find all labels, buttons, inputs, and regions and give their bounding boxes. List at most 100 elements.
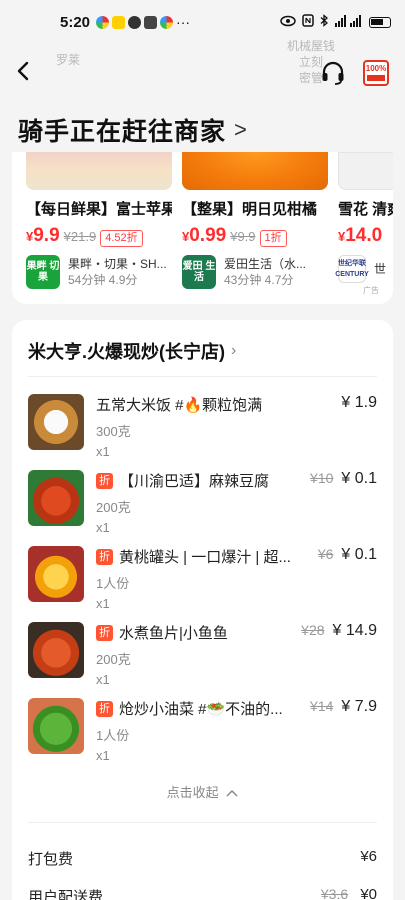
shop-info: 果畔・切果・SH... 54分钟 4.9分 xyxy=(68,256,167,288)
item-qty: x1 xyxy=(96,520,110,535)
shop-name: 世 xyxy=(374,262,387,276)
item-current-price: ¥ 0.1 xyxy=(341,546,377,563)
signal-icon xyxy=(335,14,363,30)
item-old-price: ¥6 xyxy=(317,546,334,562)
order-item[interactable]: 折 水煮鱼片|小鱼鱼 200克 x1 ¥28 ¥ 14.9 xyxy=(28,622,377,687)
status-time: 5:20 xyxy=(60,13,91,31)
sale-price-value: 14.0 xyxy=(345,225,383,246)
delivery-fee-old: ¥3.6 xyxy=(320,886,349,900)
apple-product-image xyxy=(26,152,172,190)
status-bar: 5:20 ··· xyxy=(0,0,405,44)
item-price: ¥ 1.9 xyxy=(341,394,377,412)
item-body: 五常大米饭 #🔥颗粒饱满 300克 x1 xyxy=(96,394,377,459)
app-notification-icon-3 xyxy=(160,15,174,29)
item-name: 水煮鱼片|小鱼鱼 xyxy=(119,625,228,642)
header: 罗莱 机械屋钱 立刻 密管 100% xyxy=(0,39,405,102)
punctuality-badge-button[interactable]: 100% xyxy=(363,60,389,86)
map-label-line-2: 立刻 xyxy=(298,55,323,69)
shop-name: 爱田生活（水... xyxy=(224,257,307,271)
discount-tag: 折 xyxy=(96,548,113,565)
fish-dish-image xyxy=(28,622,84,678)
flower-product-image xyxy=(338,152,393,190)
item-price: ¥6 ¥ 0.1 xyxy=(318,546,377,564)
order-status-title[interactable]: 骑手正在赶往商家 > xyxy=(18,112,248,148)
item-old-price: ¥14 xyxy=(310,698,334,714)
chevron-right-icon: › xyxy=(231,342,237,359)
shop-name: 果畔・切果・SH... xyxy=(68,257,167,271)
item-title: 折 黄桃罐头 | 一口爆汁 | 超... xyxy=(96,546,296,567)
delivery-fee-values: ¥3.6 ¥0 xyxy=(321,886,377,900)
recommendation-card: 【每日鲜果】富士苹果 ¥9.9 ¥21.9 4.52折 果畔 切果 果畔・切果・… xyxy=(12,152,393,304)
notification-icons: ··· xyxy=(96,14,190,30)
packing-fee-label: 打包费 xyxy=(28,851,74,868)
item-title: 折 水煮鱼片|小鱼鱼 xyxy=(96,622,296,643)
order-status-text: 骑手正在赶往商家 xyxy=(18,118,227,146)
original-price: ¥9.9 xyxy=(230,229,256,244)
map-label-line-1: 机械屋钱 xyxy=(286,39,335,53)
back-button[interactable] xyxy=(16,58,46,89)
divider xyxy=(28,376,377,377)
order-item[interactable]: 折 黄桃罐头 | 一口爆汁 | 超... 1人份 x1 ¥6 ¥ 0.1 xyxy=(28,546,377,611)
sale-price: ¥14.0 xyxy=(338,225,382,247)
order-item[interactable]: 五常大米饭 #🔥颗粒饱满 300克 x1 ¥ 1.9 xyxy=(28,394,377,459)
item-old-price: ¥10 xyxy=(310,470,334,486)
recommendation-item[interactable]: 【每日鲜果】富士苹果 ¥9.9 ¥21.9 4.52折 果畔 切果 果畔・切果・… xyxy=(26,152,172,289)
sale-price-value: 0.99 xyxy=(189,225,227,246)
orange-product-image xyxy=(182,152,328,190)
discount-tag: 折 xyxy=(96,472,113,489)
discount-tag: 折 xyxy=(96,624,113,641)
store-name-link[interactable]: 米大亨.火爆现炒(长宁店) › xyxy=(28,338,236,364)
item-name: 【川渝巴适】麻辣豆腐 xyxy=(119,473,270,490)
collapse-items-button[interactable]: 点击收起 xyxy=(12,782,393,801)
recommendation-item[interactable]: 雪花 清爽 ¥14.0 世纪华联 CENTURY 世 xyxy=(335,152,393,289)
eye-icon xyxy=(280,15,296,30)
discount-badge: 1折 xyxy=(259,230,287,247)
item-name: 黄桃罐头 | 一口爆汁 | 超... xyxy=(119,549,291,566)
chevron-up-icon xyxy=(226,789,238,797)
item-spec: 1人份 xyxy=(96,576,130,591)
item-qty: x1 xyxy=(96,748,110,763)
order-item[interactable]: 折 【川渝巴适】麻辣豆腐 200克 x1 ¥10 ¥ 0.1 xyxy=(28,470,377,535)
map-label-faded: 罗莱 xyxy=(56,53,81,67)
item-spec: 1人份 xyxy=(96,728,130,743)
delivery-fee-value: ¥0 xyxy=(360,886,377,900)
sale-price: ¥9.9 xyxy=(26,225,60,247)
item-spec: 200克 xyxy=(96,652,131,667)
item-title: 五常大米饭 #🔥颗粒饱满 xyxy=(96,394,296,415)
chevron-left-icon xyxy=(17,61,29,80)
sale-price: ¥0.99 xyxy=(182,225,226,247)
recommendation-list: 【每日鲜果】富士苹果 ¥9.9 ¥21.9 4.52折 果畔 切果 果畔・切果・… xyxy=(12,152,393,289)
divider xyxy=(28,822,377,823)
badge-bar-icon xyxy=(367,75,385,81)
packing-fee-row: 打包费 ¥6 xyxy=(28,848,377,869)
order-item[interactable]: 折 炝炒小油菜 #🥗不油的... 1人份 x1 ¥14 ¥ 7.9 xyxy=(28,698,377,763)
shop-logo: 果畔 切果 xyxy=(26,255,60,289)
tofu-dish-image xyxy=(28,470,84,526)
item-price: ¥10 ¥ 0.1 xyxy=(310,470,377,488)
nfc-icon xyxy=(302,14,314,30)
item-qty: x1 xyxy=(96,672,110,687)
item-current-price: ¥ 1.9 xyxy=(341,394,377,411)
packing-fee-value: ¥6 xyxy=(360,848,377,865)
battery-icon xyxy=(369,16,391,28)
item-old-price: ¥28 xyxy=(301,622,325,638)
discount-tag: 折 xyxy=(96,700,113,717)
shop-row: 爱田 生活 爱田生活（水... 43分钟 4.7分 xyxy=(182,255,328,289)
chevron-right-icon: > xyxy=(234,117,248,142)
item-title: 折 【川渝巴适】麻辣豆腐 xyxy=(96,470,296,491)
shop-row: 果畔 切果 果畔・切果・SH... 54分钟 4.9分 xyxy=(26,255,172,289)
shop-logo: 世纪华联 CENTURY xyxy=(335,255,369,283)
item-current-price: ¥ 14.9 xyxy=(332,622,377,639)
collapse-label: 点击收起 xyxy=(166,785,219,800)
app-notification-icon-2 xyxy=(144,15,158,29)
meituan-notification-icon xyxy=(112,15,126,29)
vegetable-dish-image xyxy=(28,698,84,754)
app-notification-icon xyxy=(96,15,110,29)
item-current-price: ¥ 0.1 xyxy=(341,470,377,487)
price-row: ¥14.0 xyxy=(338,225,393,247)
product-name: 【每日鲜果】富士苹果 xyxy=(26,201,172,218)
item-name: 炝炒小油菜 #🥗不油的... xyxy=(119,701,283,718)
peach-dessert-image xyxy=(28,546,84,602)
more-notifications: ··· xyxy=(176,14,191,30)
recommendation-item[interactable]: 【整果】明日见柑橘 ¥0.99 ¥9.9 1折 爱田 生活 爱田生活（水... … xyxy=(182,152,328,289)
